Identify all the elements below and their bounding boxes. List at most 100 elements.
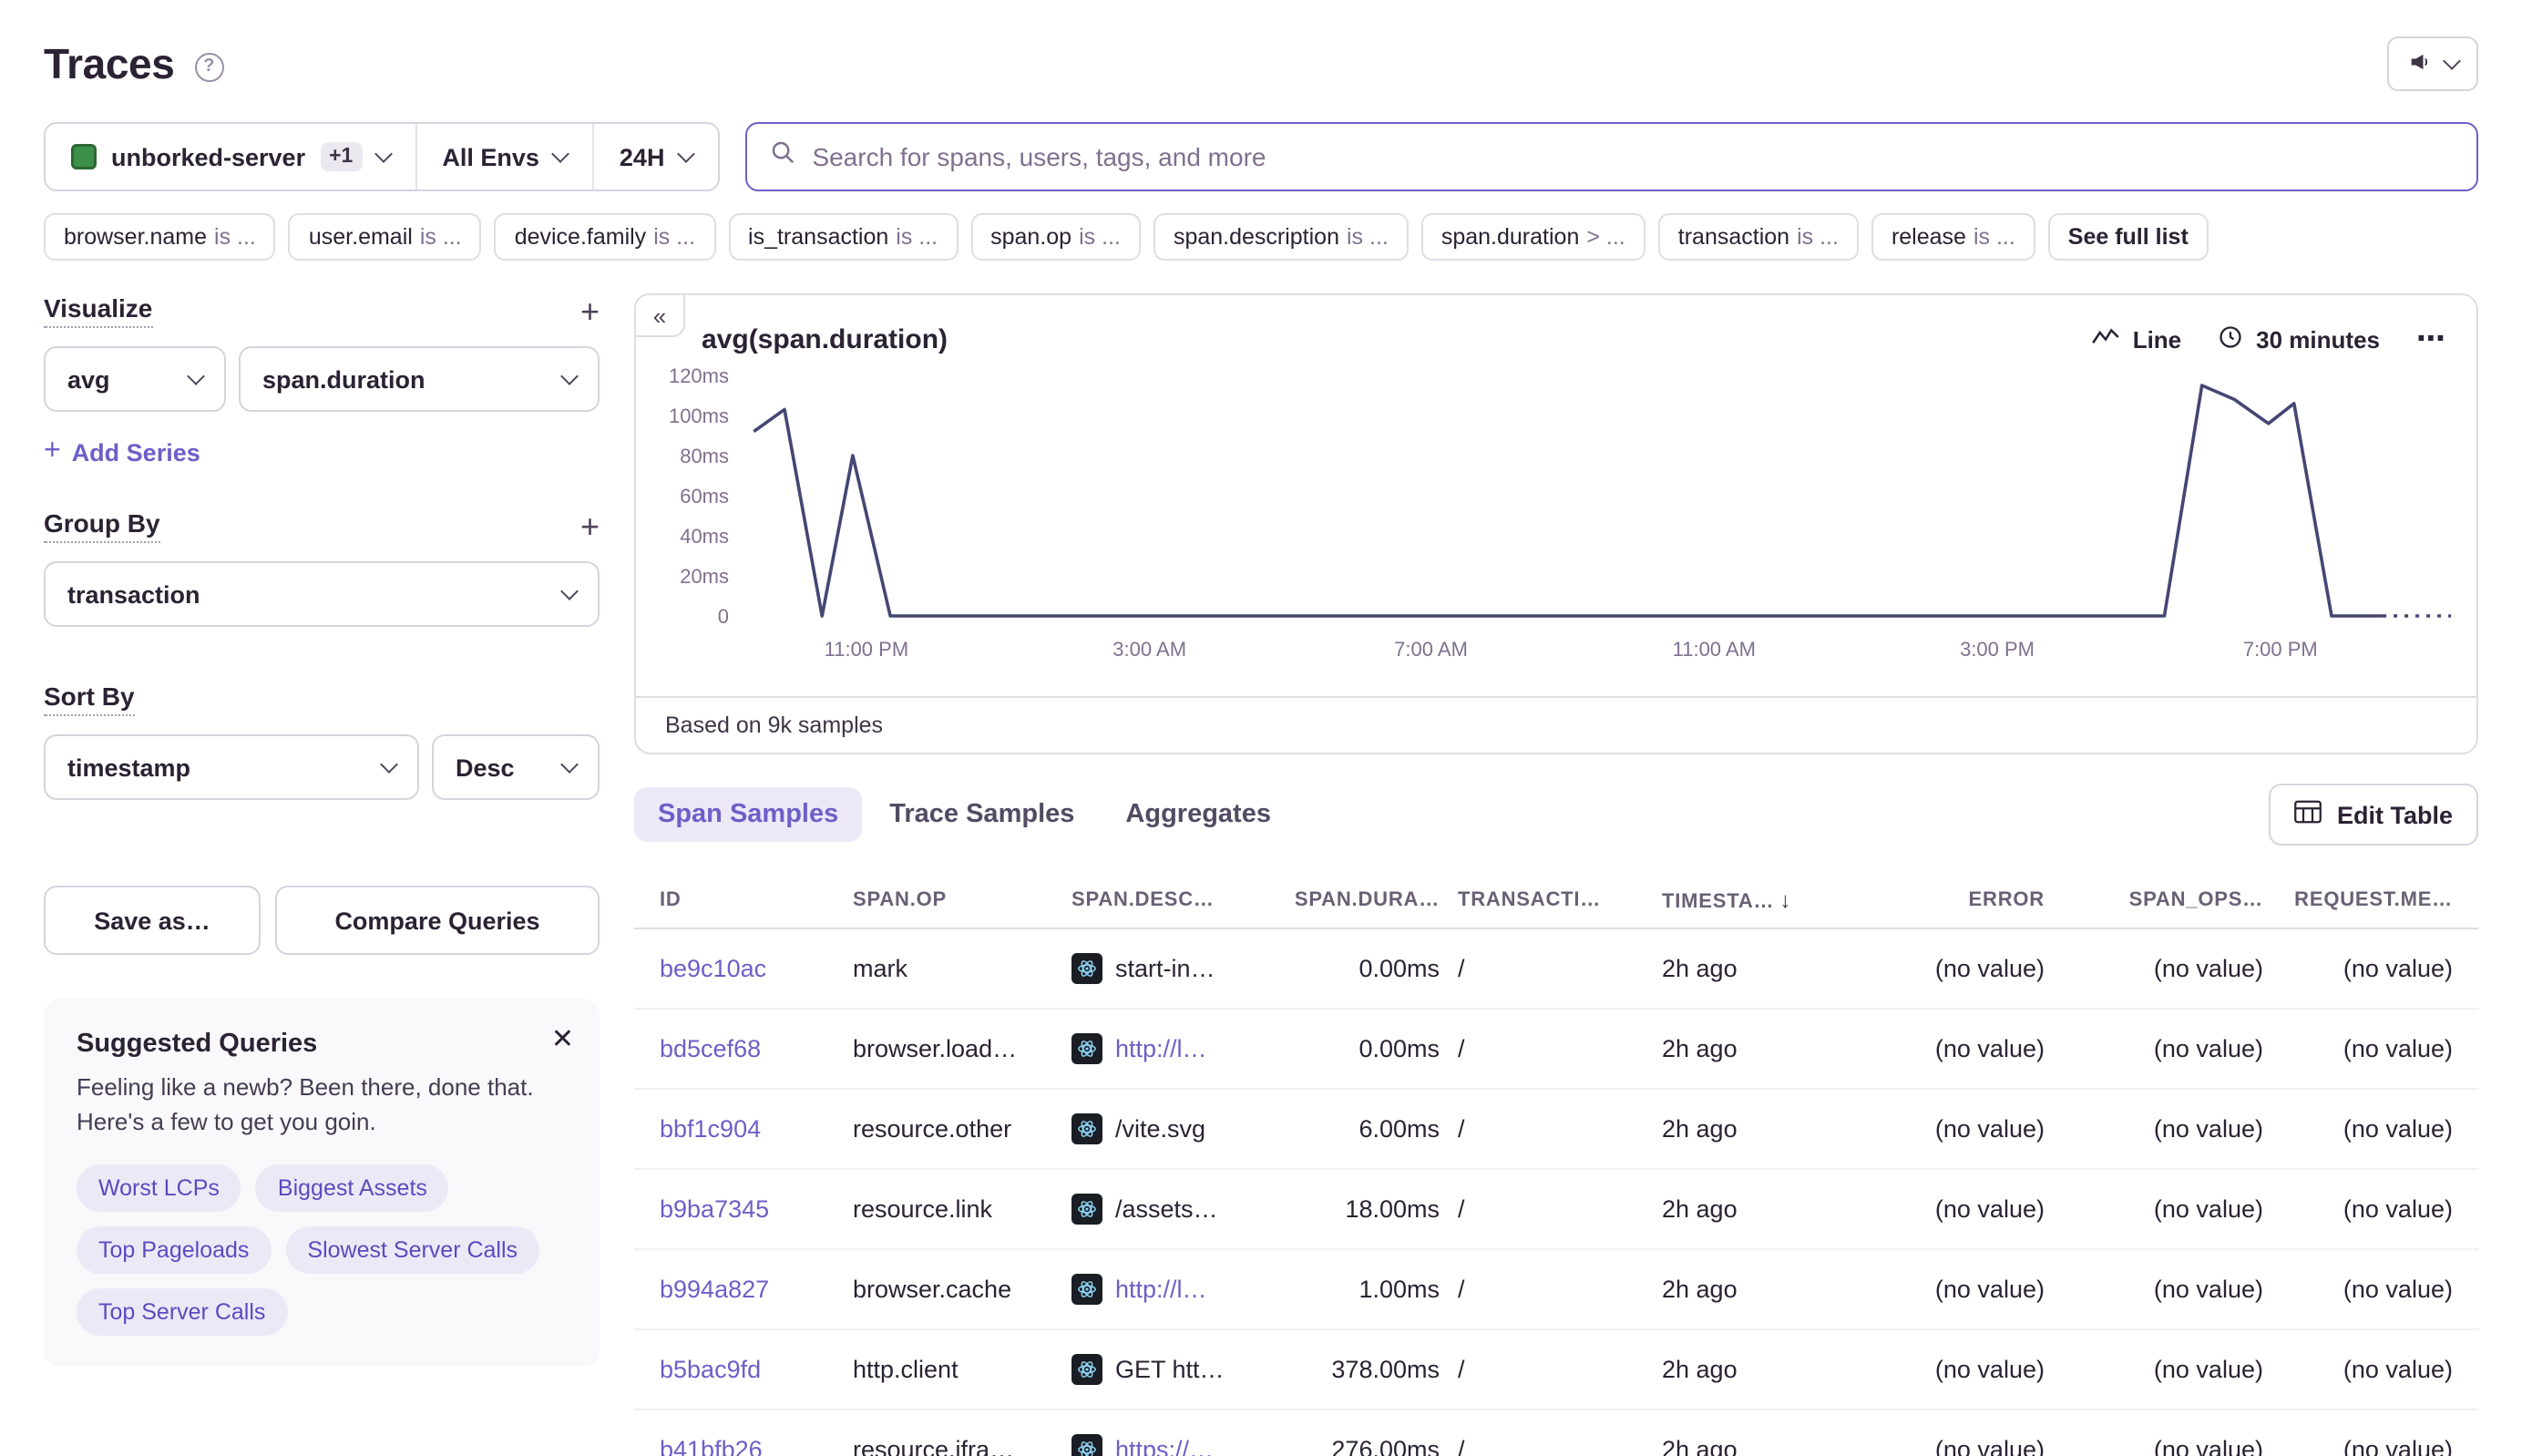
span-description-link[interactable]: http://l…: [1115, 1035, 1207, 1062]
transaction-cell: /: [1458, 1035, 1644, 1062]
column-header[interactable]: SPAN.DURA…: [1272, 888, 1440, 910]
span-op-cell: browser.load…: [853, 1035, 1053, 1062]
group-by-label: Group By: [44, 508, 160, 543]
filter-chip-span.duration[interactable]: span.duration> ...: [1421, 213, 1645, 261]
column-header[interactable]: SPAN.OP: [853, 888, 1053, 910]
chart-overflow-menu-button[interactable]: ⋯: [2416, 321, 2447, 357]
chip-key: span.op: [990, 224, 1071, 250]
suggested-query-chip[interactable]: Biggest Assets: [256, 1164, 449, 1211]
chevron-down-icon: [551, 144, 569, 162]
span-id-link[interactable]: b994a827: [660, 1276, 835, 1303]
tab-trace-samples[interactable]: Trace Samples: [866, 787, 1098, 842]
filter-chip-is_transaction[interactable]: is_transactionis ...: [728, 213, 958, 261]
feedback-button[interactable]: [2387, 36, 2478, 91]
span-description-link[interactable]: /vite.svg: [1115, 1115, 1205, 1143]
close-icon[interactable]: ✕: [551, 1022, 574, 1055]
aggregate-select[interactable]: avg: [44, 346, 226, 412]
search-input[interactable]: [812, 142, 2455, 171]
chip-op: is ...: [214, 224, 256, 250]
span-duration-cell: 0.00ms: [1272, 1035, 1440, 1062]
chart-sample-note: Based on 9k samples: [636, 696, 2476, 753]
column-header[interactable]: ID: [660, 888, 835, 910]
compare-queries-button[interactable]: Compare Queries: [275, 886, 600, 955]
table-row[interactable]: be9c10acmarkstart-in…0.00ms/2h ago(no va…: [634, 929, 2478, 1010]
suggested-query-chip[interactable]: Top Pageloads: [77, 1225, 271, 1273]
table-row[interactable]: b41bfb26resource.ifra…https://…276.00ms/…: [634, 1410, 2478, 1456]
filter-chip-release[interactable]: releaseis ...: [1871, 213, 2035, 261]
add-group-by-button[interactable]: +: [580, 509, 600, 542]
chevron-down-icon: [380, 754, 398, 773]
filter-chip-user.email[interactable]: user.emailis ...: [289, 213, 482, 261]
chevron-down-icon: [374, 144, 392, 162]
filter-chip-device.family[interactable]: device.familyis ...: [495, 213, 715, 261]
sort-direction-select[interactable]: Desc: [432, 734, 600, 800]
timestamp-value[interactable]: 2h ago: [1662, 1356, 1738, 1383]
span-description-cell: /assets…: [1071, 1194, 1254, 1225]
span-id-link[interactable]: b9ba7345: [660, 1195, 835, 1223]
suggested-query-chip[interactable]: Top Server Calls: [77, 1287, 287, 1335]
filter-chip-span.description[interactable]: span.descriptionis ...: [1153, 213, 1409, 261]
column-header[interactable]: TIMESTA…↓: [1662, 887, 1844, 912]
timestamp-value[interactable]: 2h ago: [1662, 1195, 1738, 1223]
span-description-link[interactable]: /assets…: [1115, 1195, 1218, 1223]
span-description-link[interactable]: GET htt…: [1115, 1356, 1225, 1383]
column-header[interactable]: SPAN.DESC…: [1071, 888, 1254, 910]
project-selector[interactable]: unborked-server +1: [46, 124, 416, 190]
column-header[interactable]: ERROR: [1862, 888, 2045, 910]
span-id-link[interactable]: b41bfb26: [660, 1436, 835, 1456]
timestamp-value[interactable]: 2h ago: [1662, 1276, 1738, 1303]
table-row[interactable]: bd5cef68 browser.load… http://l… 0.00ms / 2h …: [634, 1010, 2478, 1090]
column-header[interactable]: REQUEST.ME…: [2281, 888, 2453, 910]
filter-chip-span.op[interactable]: span.opis ...: [970, 213, 1141, 261]
request-method-cell: (no value): [2281, 955, 2453, 982]
edit-table-button[interactable]: Edit Table: [2270, 784, 2478, 846]
time-range-selector[interactable]: 24H: [594, 124, 718, 190]
platform-icon: [1071, 1354, 1102, 1385]
platform-icon: [1071, 1194, 1102, 1225]
add-series-button[interactable]: + Add Series: [44, 436, 200, 468]
table-row[interactable]: b9ba7345resource.link/assets…18.00ms/2h …: [634, 1170, 2478, 1250]
svg-text:40ms: 40ms: [680, 525, 729, 548]
span-id-link[interactable]: bd5cef68: [660, 1035, 835, 1062]
span-description-link[interactable]: start-in…: [1115, 955, 1215, 982]
add-visualize-button[interactable]: +: [580, 294, 600, 327]
span-id-link[interactable]: be9c10ac: [660, 955, 835, 982]
table-row[interactable]: b994a827browser.cachehttp://l…1.00ms/2h …: [634, 1250, 2478, 1330]
span-id-link[interactable]: bbf1c904: [660, 1115, 835, 1143]
suggested-query-chip[interactable]: Slowest Server Calls: [285, 1225, 539, 1273]
collapse-sidebar-button[interactable]: «: [634, 293, 685, 337]
filter-chip-transaction[interactable]: transactionis ...: [1658, 213, 1859, 261]
help-icon[interactable]: ?: [194, 52, 223, 81]
chart-type-button[interactable]: Line: [2093, 325, 2181, 353]
chart-interval-button[interactable]: 30 minutes: [2218, 323, 2380, 354]
span-ops-cell: (no value): [2063, 1115, 2263, 1143]
table-row[interactable]: b5bac9fdhttp.clientGET htt…378.00ms/2h a…: [634, 1330, 2478, 1410]
group-by-select[interactable]: transaction: [44, 561, 600, 627]
timestamp-value[interactable]: 2h ago: [1662, 955, 1738, 982]
timestamp-value[interactable]: 2h ago: [1662, 1115, 1738, 1143]
timestamp-value[interactable]: 2h ago: [1662, 1436, 1738, 1456]
visualize-label: Visualize: [44, 293, 152, 328]
platform-icon: [1071, 953, 1102, 984]
suggested-query-chip[interactable]: Worst LCPs: [77, 1164, 241, 1211]
span-id-link[interactable]: b5bac9fd: [660, 1356, 835, 1383]
span-ops-cell: (no value): [2063, 955, 2263, 982]
environment-selector[interactable]: All Envs: [416, 124, 594, 190]
column-header[interactable]: TRANSACTI…: [1458, 888, 1644, 910]
sort-field-select[interactable]: timestamp: [44, 734, 419, 800]
field-value: span.duration: [262, 365, 425, 393]
field-select[interactable]: span.duration: [239, 346, 600, 412]
table-row[interactable]: bbf1c904resource.other/vite.svg6.00ms/2h…: [634, 1090, 2478, 1170]
timestamp-cell: 2h ago: [1662, 1276, 1844, 1303]
filter-chip-browser.name[interactable]: browser.nameis ...: [44, 213, 276, 261]
timestamp-value[interactable]: 2h ago: [1662, 1035, 1738, 1062]
project-platform-icon: [71, 144, 97, 169]
span-description-link[interactable]: https://…: [1115, 1436, 1214, 1456]
tab-span-samples[interactable]: Span Samples: [634, 787, 862, 842]
table-header-row: ID SPAN.OP SPAN.DESC… SPAN.DURA… TRANSACTI… T…: [634, 871, 2478, 929]
save-as-button[interactable]: Save as…: [44, 886, 261, 955]
tab-aggregates[interactable]: Aggregates: [1102, 787, 1295, 842]
column-header[interactable]: SPAN_OPS…: [2063, 888, 2263, 910]
span-description-link[interactable]: http://l…: [1115, 1276, 1207, 1303]
see-full-list-button[interactable]: See full list: [2048, 213, 2209, 261]
